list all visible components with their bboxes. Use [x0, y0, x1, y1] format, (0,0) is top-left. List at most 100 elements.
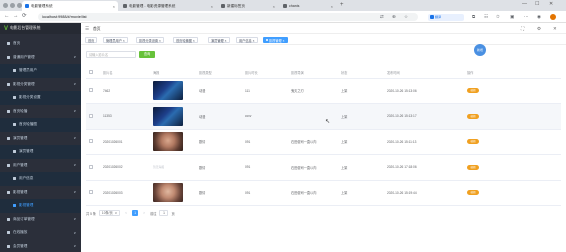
- tag-3[interactable]: 首页轮播图 ×: [173, 37, 198, 43]
- collections-icon[interactable]: ☷: [484, 14, 488, 20]
- sidebar-item[interactable]: 管理员用户: [0, 64, 81, 78]
- row-select-cell[interactable]: [86, 129, 100, 155]
- actions-cell: 编辑: [464, 154, 561, 181]
- tag-0[interactable]: 首页: [85, 37, 98, 43]
- hamburger-icon[interactable]: ☰: [85, 26, 89, 32]
- tab-close-icon[interactable]: ×: [331, 4, 333, 9]
- account-icon[interactable]: ◉: [537, 14, 541, 20]
- settings-icon[interactable]: ⚙: [537, 26, 541, 32]
- edit-button[interactable]: 编辑: [467, 88, 479, 94]
- table-row[interactable]: 20201026003 剧情 091 石田健司一直以内 上架 2020-10-26 15:…: [86, 180, 561, 206]
- browser-tab-2[interactable]: 电影管理 - 电影资源管理系统 ×: [120, 1, 216, 11]
- bookmark-star-icon[interactable]: ☆: [404, 14, 408, 20]
- row-select-cell[interactable]: [86, 103, 100, 130]
- poster-cell: [150, 180, 196, 206]
- next-page-button[interactable]: >: [141, 210, 147, 216]
- pager-total: 共 5 条: [86, 211, 96, 216]
- row-checkbox[interactable]: [89, 164, 93, 169]
- app-icon[interactable]: [3, 3, 8, 8]
- tab-close-icon[interactable]: ×: [211, 4, 213, 9]
- sidebar-item[interactable]: 商品订单管理 ∨: [0, 213, 81, 227]
- sidebar-item[interactable]: 首页轮播图: [0, 118, 81, 132]
- row-select-cell[interactable]: [86, 154, 100, 181]
- split-screen-icon[interactable]: ▣: [510, 14, 514, 20]
- sidebar-item[interactable]: 用户管理 ∨: [0, 159, 81, 173]
- row-select-cell[interactable]: [86, 78, 100, 104]
- maximize-button[interactable]: ☐: [535, 1, 539, 7]
- edit-button[interactable]: 编辑: [467, 139, 479, 145]
- reload-button[interactable]: ⟳: [22, 13, 27, 19]
- table-row[interactable]: 7462 动漫 111 鬼灭之刃 上架 2020-10-26 15:13:06 编辑: [86, 78, 561, 104]
- translate-icon[interactable]: ⇄: [380, 14, 384, 20]
- tag-2[interactable]: 影视分类设置 ×: [136, 37, 164, 43]
- tab-close-icon[interactable]: ×: [273, 4, 275, 9]
- extension-pill[interactable]: 翻译: [428, 13, 464, 21]
- tag-5[interactable]: 用户信息 ×: [236, 37, 258, 43]
- sidebar-item[interactable]: 影视管理: [0, 199, 81, 213]
- profile-avatar[interactable]: [550, 13, 556, 20]
- fullscreen-icon[interactable]: ⛶: [521, 26, 524, 31]
- sidebar-item[interactable]: 会员管理 ∨: [0, 240, 81, 252]
- poster-thumbnail[interactable]: 暂无海报: [153, 158, 183, 177]
- forward-button[interactable]: →: [13, 13, 19, 19]
- favorites-icon[interactable]: ✩: [496, 14, 500, 20]
- browser-tab-1[interactable]: 电影管理系统 ×: [22, 1, 118, 11]
- close-window-button[interactable]: ✕: [549, 1, 553, 7]
- row-checkbox[interactable]: [89, 139, 93, 144]
- tag-1[interactable]: 管理员用户 ×: [103, 37, 128, 43]
- goto-page-input[interactable]: 1: [159, 210, 169, 216]
- chevron-down-icon: ∨: [73, 82, 76, 87]
- page-size-select[interactable]: 10条/页 ∨: [98, 210, 121, 216]
- select-all-header[interactable]: [86, 68, 100, 79]
- cell-name: 11353: [100, 103, 150, 130]
- select-all-checkbox[interactable]: [89, 70, 93, 75]
- search-input[interactable]: 请输入影片名: [86, 51, 136, 58]
- back-button[interactable]: ←: [4, 13, 10, 19]
- tab-close-icon[interactable]: ×: [113, 4, 115, 9]
- sidebar-item[interactable]: 影视分类管理 ∨: [0, 78, 81, 92]
- browser-tab-4[interactable]: chanis ×: [280, 1, 336, 11]
- logout-icon[interactable]: ✕: [553, 26, 557, 32]
- page-number-current[interactable]: 1: [132, 210, 139, 216]
- browser-tab-3[interactable]: 新建标签页 ×: [218, 1, 278, 11]
- poster-thumbnail[interactable]: [153, 132, 183, 152]
- poster-thumbnail[interactable]: [153, 183, 183, 203]
- sidebar-item[interactable]: 用户信息: [0, 172, 81, 186]
- sidebar-item[interactable]: 演员管理: [0, 145, 81, 159]
- tab-favicon-icon: [283, 4, 287, 8]
- new-tab-button[interactable]: +: [340, 2, 344, 9]
- sidebar-item[interactable]: 首页轮播 ∨: [0, 105, 81, 119]
- row-checkbox[interactable]: [89, 190, 93, 195]
- more-menu-icon[interactable]: ⋯: [524, 14, 529, 20]
- prev-page-button[interactable]: <: [123, 210, 129, 216]
- cell-duration: 091: [242, 129, 288, 155]
- url-input[interactable]: localhost:9988/#/movie/list: [38, 13, 418, 21]
- sidebar-item[interactable]: 影视分类设置: [0, 91, 81, 105]
- table-row[interactable]: 20201026002 暂无海报 剧情 091 石田健司一直以内 上架 2020-10-26…: [86, 154, 561, 181]
- tag-4[interactable]: 演员管理 ×: [208, 37, 230, 43]
- sidebar-item[interactable]: 普通用户管理 ∨: [0, 51, 81, 65]
- tag-6[interactable]: 影视管理 ×: [263, 37, 288, 43]
- poster-thumbnail[interactable]: [153, 81, 183, 101]
- table-row[interactable]: 20201026001 剧情 091 石田健司一直以内 上架 2020-10-26 15:…: [86, 129, 561, 155]
- sidebar-item[interactable]: 演员管理 ∨: [0, 132, 81, 146]
- edit-button[interactable]: 编辑: [467, 190, 479, 196]
- zoom-icon[interactable]: ⊕: [392, 14, 396, 20]
- sidebar-logo[interactable]: V 电影后台管理系统: [0, 23, 81, 34]
- row-checkbox[interactable]: [89, 88, 93, 93]
- sidebar-item[interactable]: 首页: [0, 37, 81, 51]
- workspace-icon[interactable]: [10, 3, 15, 8]
- cell-status: 上架: [338, 180, 384, 206]
- search-button[interactable]: 查询: [139, 51, 155, 58]
- edit-button[interactable]: 编辑: [467, 113, 479, 119]
- sidebar-item[interactable]: 在线播放 ∨: [0, 226, 81, 240]
- edit-button[interactable]: 编辑: [467, 164, 479, 170]
- add-button[interactable]: 新增: [474, 44, 486, 56]
- poster-thumbnail[interactable]: [153, 106, 183, 126]
- row-checkbox[interactable]: [89, 113, 93, 118]
- table-row[interactable]: 11353 动漫 ccvv 上架 2020-10-26 15:13:17 编辑: [86, 103, 561, 130]
- sidebar-item[interactable]: 影视管理 ∨: [0, 186, 81, 200]
- row-select-cell[interactable]: [86, 180, 100, 206]
- puzzle-icon[interactable]: ⧉: [472, 14, 475, 19]
- minimize-button[interactable]: —: [522, 1, 527, 7]
